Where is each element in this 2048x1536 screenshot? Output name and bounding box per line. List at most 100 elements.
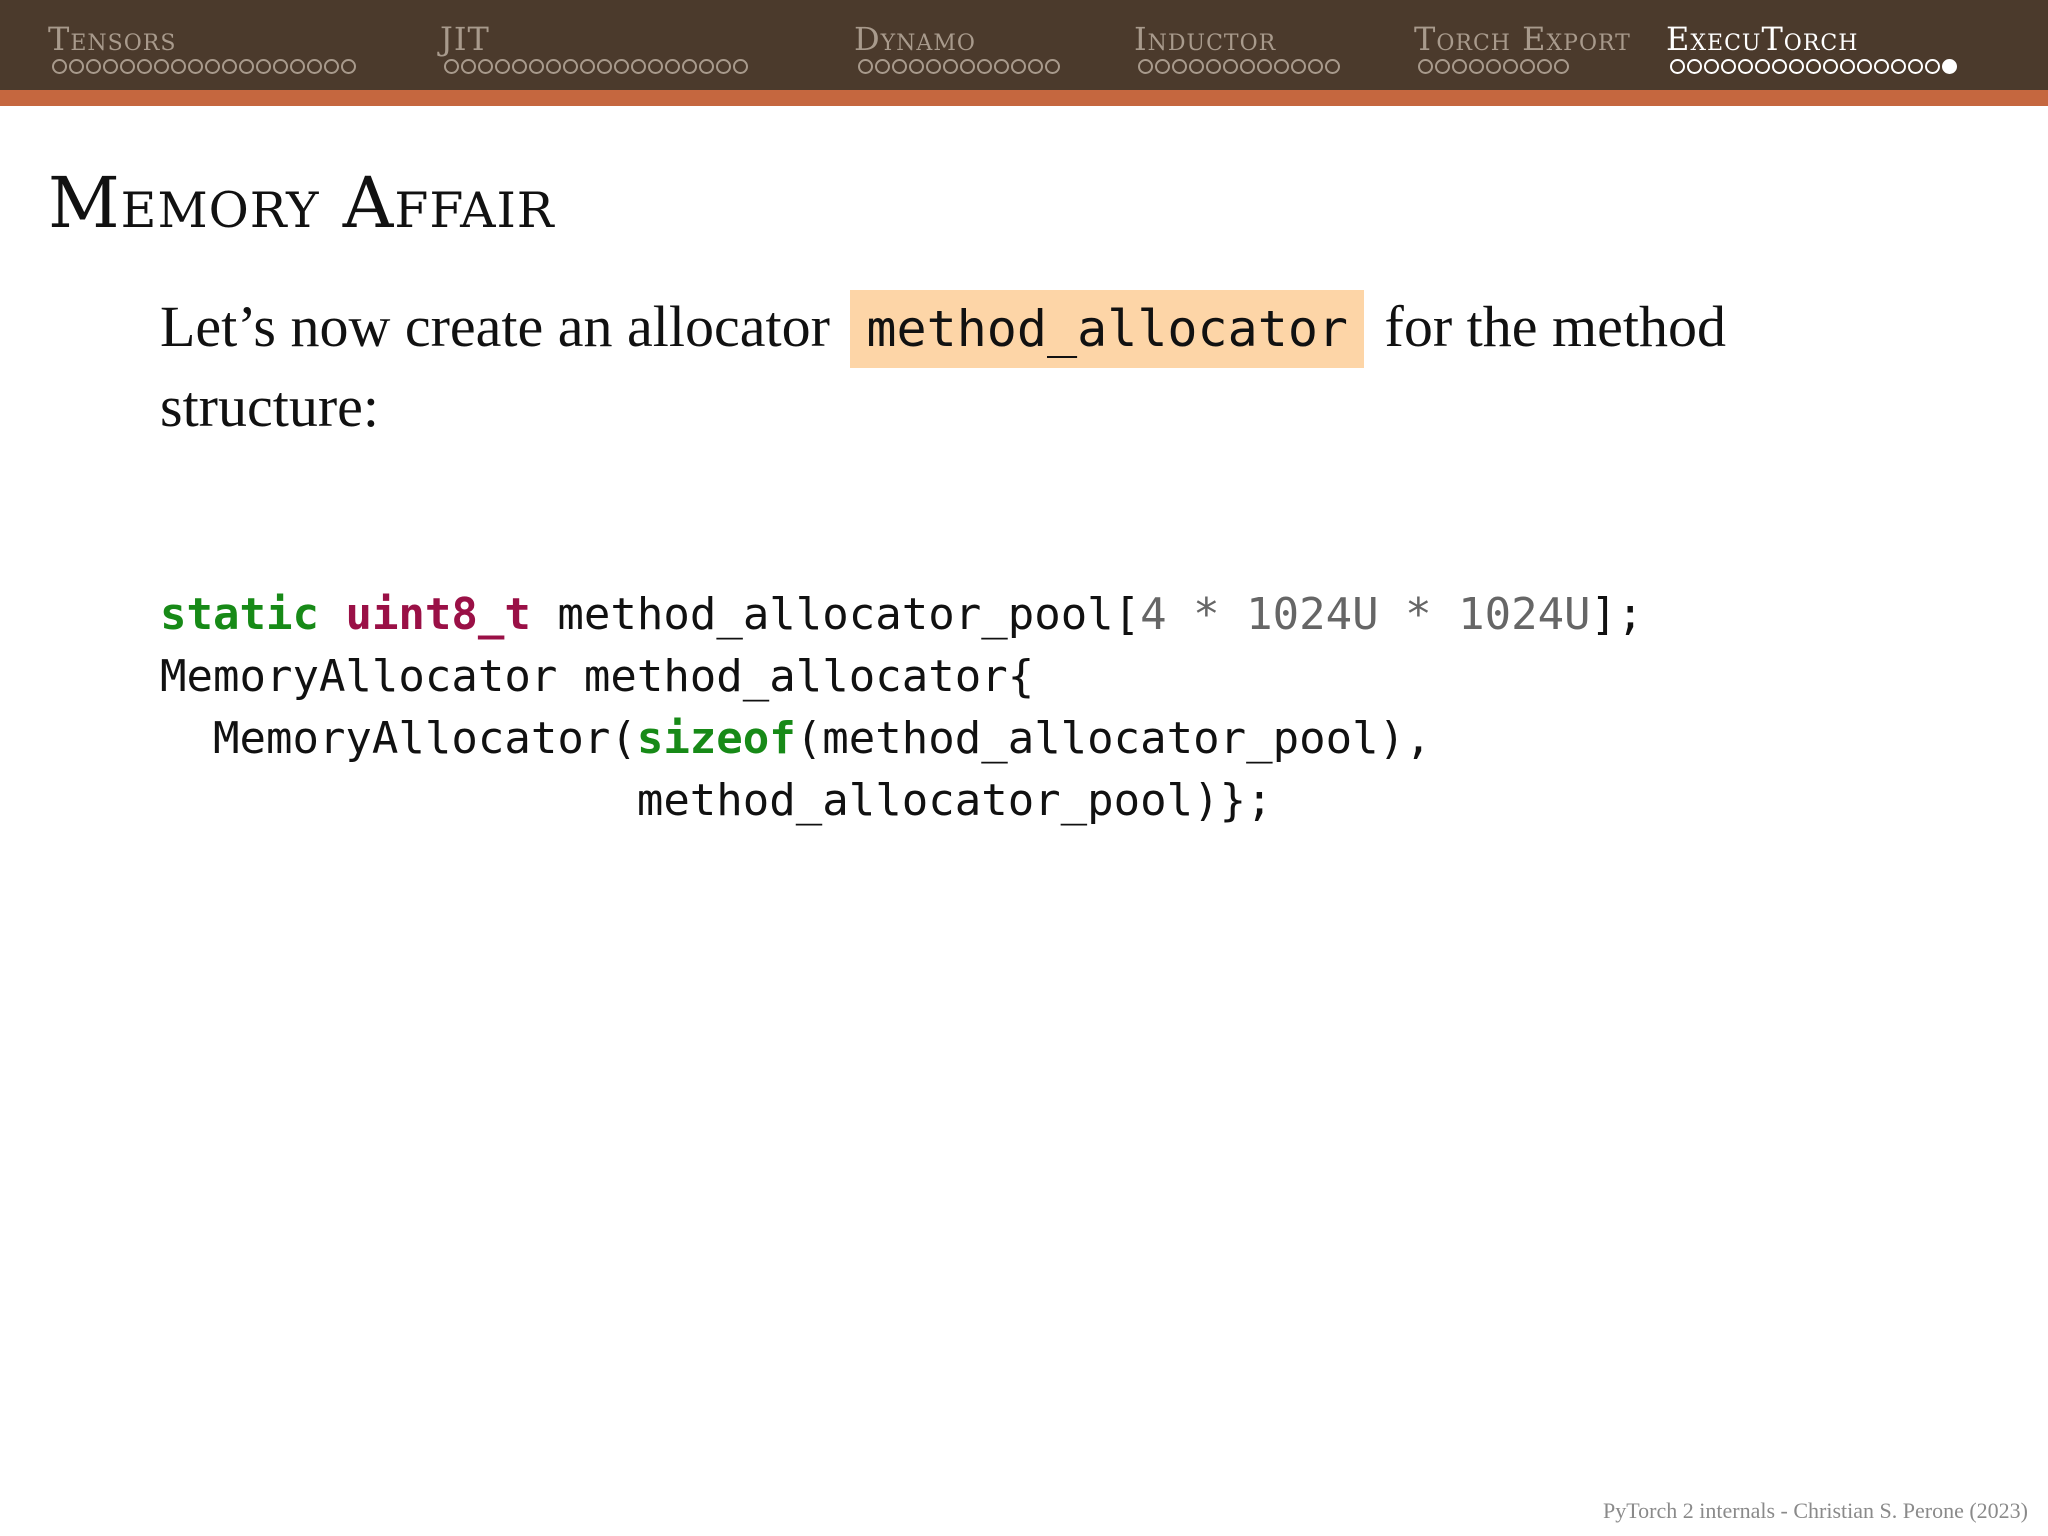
- nav-dot[interactable]: [205, 59, 220, 74]
- nav-dot[interactable]: [1520, 59, 1535, 74]
- nav-dot[interactable]: [461, 59, 476, 74]
- nav-dot[interactable]: [1789, 59, 1804, 74]
- nav-dot[interactable]: [994, 59, 1009, 74]
- nav-dot[interactable]: [239, 59, 254, 74]
- nav-section-torch-export[interactable]: Torch Export: [1414, 20, 1631, 58]
- nav-dot[interactable]: [256, 59, 271, 74]
- nav-dot[interactable]: [1138, 59, 1153, 74]
- nav-dot[interactable]: [716, 59, 731, 74]
- nav-dot[interactable]: [137, 59, 152, 74]
- nav-dot[interactable]: [52, 59, 67, 74]
- nav-dot[interactable]: [1503, 59, 1518, 74]
- nav-dot[interactable]: [699, 59, 714, 74]
- nav-dot[interactable]: [273, 59, 288, 74]
- nav-dot[interactable]: [1045, 59, 1060, 74]
- nav-dots-executorch[interactable]: [1670, 59, 1957, 77]
- nav-dot[interactable]: [290, 59, 305, 74]
- nav-dot[interactable]: [1257, 59, 1272, 74]
- nav-dot[interactable]: [1155, 59, 1170, 74]
- nav-dot[interactable]: [478, 59, 493, 74]
- nav-dot[interactable]: [1738, 59, 1753, 74]
- nav-dot[interactable]: [444, 59, 459, 74]
- nav-dot[interactable]: [1840, 59, 1855, 74]
- nav-dot[interactable]: [909, 59, 924, 74]
- nav-dot[interactable]: [512, 59, 527, 74]
- nav-section-tensors[interactable]: Tensors: [48, 20, 176, 58]
- nav-dot[interactable]: [733, 59, 748, 74]
- nav-dot[interactable]: [977, 59, 992, 74]
- nav-dot[interactable]: [858, 59, 873, 74]
- nav-dot[interactable]: [1806, 59, 1821, 74]
- nav-dot[interactable]: [1891, 59, 1906, 74]
- nav-dots-tensors[interactable]: [52, 59, 356, 77]
- nav-dot[interactable]: [875, 59, 890, 74]
- nav-dot[interactable]: [188, 59, 203, 74]
- nav-dot[interactable]: [943, 59, 958, 74]
- nav-section-jit[interactable]: JIT: [440, 20, 490, 58]
- nav-dot[interactable]: [1704, 59, 1719, 74]
- nav-dot[interactable]: [1925, 59, 1940, 74]
- nav-dot[interactable]: [1486, 59, 1501, 74]
- nav-dot[interactable]: [1857, 59, 1872, 74]
- nav-dot[interactable]: [120, 59, 135, 74]
- code-number: 4: [1140, 589, 1167, 640]
- nav-dot[interactable]: [307, 59, 322, 74]
- nav-dot[interactable]: [1028, 59, 1043, 74]
- nav-dot[interactable]: [631, 59, 646, 74]
- nav-dot[interactable]: [926, 59, 941, 74]
- code-number: 1024U: [1458, 589, 1591, 640]
- nav-dot[interactable]: [580, 59, 595, 74]
- nav-dot[interactable]: [171, 59, 186, 74]
- nav-dot[interactable]: [154, 59, 169, 74]
- nav-dot[interactable]: [665, 59, 680, 74]
- nav-dot[interactable]: [563, 59, 578, 74]
- nav-dot[interactable]: [341, 59, 356, 74]
- nav-dot[interactable]: [69, 59, 84, 74]
- nav-dot[interactable]: [1240, 59, 1255, 74]
- nav-dots-jit[interactable]: [444, 59, 748, 77]
- nav-dots-dynamo[interactable]: [858, 59, 1060, 77]
- nav-dot[interactable]: [222, 59, 237, 74]
- nav-dot[interactable]: [648, 59, 663, 74]
- nav-dot[interactable]: [546, 59, 561, 74]
- nav-dot[interactable]: [1291, 59, 1306, 74]
- nav-dot[interactable]: [1223, 59, 1238, 74]
- nav-dot[interactable]: [324, 59, 339, 74]
- nav-dot[interactable]: [614, 59, 629, 74]
- nav-dot[interactable]: [1452, 59, 1467, 74]
- nav-dot[interactable]: [1308, 59, 1323, 74]
- nav-dot[interactable]: [1189, 59, 1204, 74]
- nav-dot[interactable]: [495, 59, 510, 74]
- nav-dot[interactable]: [1823, 59, 1838, 74]
- nav-dot[interactable]: [86, 59, 101, 74]
- nav-dot[interactable]: [1418, 59, 1433, 74]
- nav-dot[interactable]: [1687, 59, 1702, 74]
- nav-dot[interactable]: [1908, 59, 1923, 74]
- nav-dots-torch-export[interactable]: [1418, 59, 1569, 77]
- nav-dot[interactable]: [1011, 59, 1026, 74]
- nav-dot[interactable]: [1206, 59, 1221, 74]
- nav-dot[interactable]: [529, 59, 544, 74]
- nav-dot[interactable]: [103, 59, 118, 74]
- nav-dot[interactable]: [597, 59, 612, 74]
- nav-dot[interactable]: [1537, 59, 1552, 74]
- nav-dot[interactable]: [1325, 59, 1340, 74]
- nav-dot[interactable]: [960, 59, 975, 74]
- nav-dot[interactable]: [1274, 59, 1289, 74]
- nav-dot[interactable]: [1469, 59, 1484, 74]
- nav-dot[interactable]: [1721, 59, 1736, 74]
- nav-section-dynamo[interactable]: Dynamo: [854, 20, 976, 58]
- nav-dot[interactable]: [1172, 59, 1187, 74]
- nav-dot[interactable]: [1874, 59, 1889, 74]
- nav-dot[interactable]: [1554, 59, 1569, 74]
- nav-dot[interactable]: [892, 59, 907, 74]
- nav-dot[interactable]: [1670, 59, 1685, 74]
- nav-dot[interactable]: [682, 59, 697, 74]
- nav-dots-inductor[interactable]: [1138, 59, 1340, 77]
- nav-section-inductor[interactable]: Inductor: [1134, 20, 1276, 58]
- nav-dot-current[interactable]: [1942, 59, 1957, 74]
- nav-dot[interactable]: [1772, 59, 1787, 74]
- nav-dot[interactable]: [1755, 59, 1770, 74]
- nav-section-executorch[interactable]: ExecuTorch: [1666, 20, 1858, 58]
- nav-dot[interactable]: [1435, 59, 1450, 74]
